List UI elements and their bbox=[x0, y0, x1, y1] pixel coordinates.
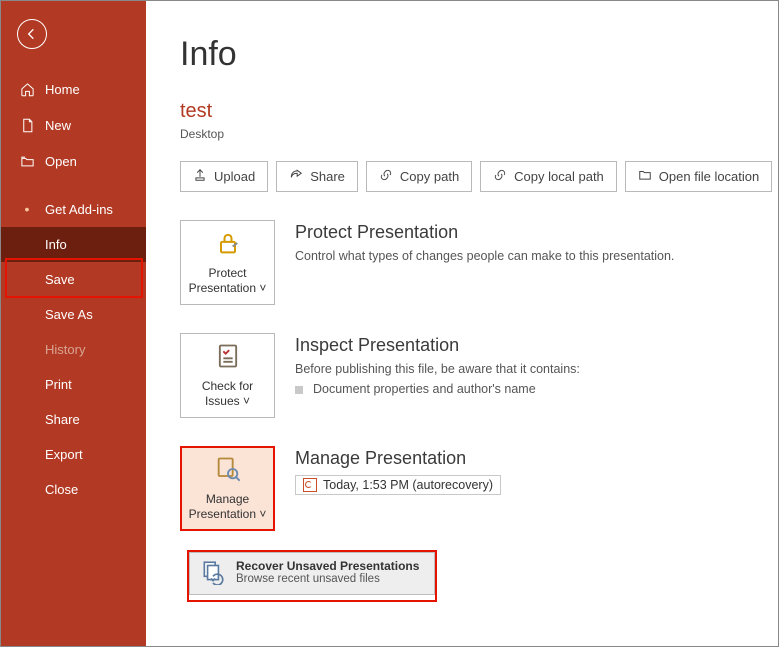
chevron-down-icon: ˅ bbox=[259, 507, 266, 521]
inspect-tile[interactable]: Check forIssues ˅ bbox=[180, 333, 275, 418]
sidebar: Home New Open Get Add-ins Info Save Save… bbox=[1, 1, 146, 646]
sidebar-item-label: Export bbox=[45, 447, 83, 462]
tile-label: Protect bbox=[208, 266, 246, 280]
manage-section: ManagePresentation ˅ Manage Presentation… bbox=[180, 446, 778, 531]
tile-label: Presentation bbox=[189, 507, 256, 521]
chevron-down-icon: ˅ bbox=[243, 394, 250, 408]
tile-label: Check for bbox=[202, 379, 253, 393]
inspect-bullet: Document properties and author's name bbox=[295, 382, 778, 396]
inspect-section: Check forIssues ˅ Inspect Presentation B… bbox=[180, 333, 778, 418]
sidebar-item-open[interactable]: Open bbox=[1, 143, 146, 179]
sidebar-item-label: Save bbox=[45, 272, 75, 287]
toolbar: Upload Share Copy path Copy local path O… bbox=[180, 161, 778, 192]
sidebar-item-label: History bbox=[45, 342, 85, 357]
sidebar-item-label: Share bbox=[45, 412, 80, 427]
sidebar-item-label: New bbox=[45, 118, 71, 133]
open-location-button[interactable]: Open file location bbox=[625, 161, 772, 192]
sidebar-item-save[interactable]: Save bbox=[1, 262, 146, 297]
sidebar-item-new[interactable]: New bbox=[1, 107, 146, 143]
document-search-icon bbox=[214, 455, 242, 487]
button-label: Copy local path bbox=[514, 169, 604, 184]
chevron-down-icon: ˅ bbox=[259, 281, 266, 295]
page-title: Info bbox=[180, 35, 778, 74]
sidebar-item-share[interactable]: Share bbox=[1, 402, 146, 437]
sidebar-item-label: Info bbox=[45, 237, 67, 252]
tile-label: Presentation bbox=[189, 281, 256, 295]
section-title: Inspect Presentation bbox=[295, 335, 778, 356]
sidebar-item-addins[interactable]: Get Add-ins bbox=[1, 191, 146, 227]
sidebar-nav: Home New Open Get Add-ins Info Save Save… bbox=[1, 71, 146, 507]
sidebar-item-label: Get Add-ins bbox=[45, 202, 113, 217]
section-title: Protect Presentation bbox=[295, 222, 778, 243]
share-button[interactable]: Share bbox=[276, 161, 358, 192]
sidebar-item-label: Close bbox=[45, 482, 78, 497]
sidebar-item-export[interactable]: Export bbox=[1, 437, 146, 472]
upload-icon bbox=[193, 168, 207, 185]
button-label: Open file location bbox=[659, 169, 759, 184]
link-icon bbox=[493, 168, 507, 185]
sidebar-item-label: Print bbox=[45, 377, 72, 392]
sidebar-item-saveas[interactable]: Save As bbox=[1, 297, 146, 332]
share-icon bbox=[289, 168, 303, 185]
sidebar-item-close[interactable]: Close bbox=[1, 472, 146, 507]
tile-label: Issues bbox=[205, 394, 240, 408]
tile-label: Manage bbox=[206, 492, 249, 506]
bullet-text: Document properties and author's name bbox=[313, 382, 536, 396]
protect-section: ProtectPresentation ˅ Protect Presentati… bbox=[180, 220, 778, 305]
document-name: test bbox=[180, 100, 778, 123]
sidebar-item-info[interactable]: Info bbox=[1, 227, 146, 262]
back-button[interactable] bbox=[17, 19, 47, 49]
recover-unsaved-menu-item[interactable]: Recover Unsaved Presentations Browse rec… bbox=[189, 552, 435, 595]
link-icon bbox=[379, 168, 393, 185]
checklist-icon bbox=[214, 342, 242, 374]
section-title: Manage Presentation bbox=[295, 448, 778, 469]
menu-item-title: Recover Unsaved Presentations bbox=[236, 559, 419, 573]
autorecovery-entry[interactable]: Today, 1:53 PM (autorecovery) bbox=[295, 475, 778, 495]
section-desc: Before publishing this file, be aware th… bbox=[295, 362, 778, 376]
button-label: Copy path bbox=[400, 169, 459, 184]
sidebar-item-history: History bbox=[1, 332, 146, 367]
lock-icon bbox=[214, 229, 242, 261]
sidebar-item-print[interactable]: Print bbox=[1, 367, 146, 402]
protect-tile[interactable]: ProtectPresentation ˅ bbox=[180, 220, 275, 305]
file-icon bbox=[19, 117, 35, 133]
sidebar-item-label: Home bbox=[45, 82, 80, 97]
upload-button[interactable]: Upload bbox=[180, 161, 268, 192]
sidebar-item-label: Save As bbox=[45, 307, 93, 322]
button-label: Share bbox=[310, 169, 345, 184]
menu-item-subtitle: Browse recent unsaved files bbox=[236, 573, 419, 585]
home-icon bbox=[19, 81, 35, 97]
button-label: Upload bbox=[214, 169, 255, 184]
recovery-label: Today, 1:53 PM (autorecovery) bbox=[323, 478, 493, 492]
sidebar-item-home[interactable]: Home bbox=[1, 71, 146, 107]
recover-icon bbox=[200, 559, 226, 588]
open-icon bbox=[19, 153, 35, 169]
folder-icon bbox=[638, 168, 652, 185]
section-desc: Control what types of changes people can… bbox=[295, 249, 778, 263]
manage-tile[interactable]: ManagePresentation ˅ bbox=[180, 446, 275, 531]
copy-local-path-button[interactable]: Copy local path bbox=[480, 161, 617, 192]
powerpoint-file-icon bbox=[303, 478, 317, 492]
bullet-icon bbox=[295, 386, 303, 394]
copy-path-button[interactable]: Copy path bbox=[366, 161, 472, 192]
document-location: Desktop bbox=[180, 127, 778, 141]
sidebar-item-label: Open bbox=[45, 154, 77, 169]
